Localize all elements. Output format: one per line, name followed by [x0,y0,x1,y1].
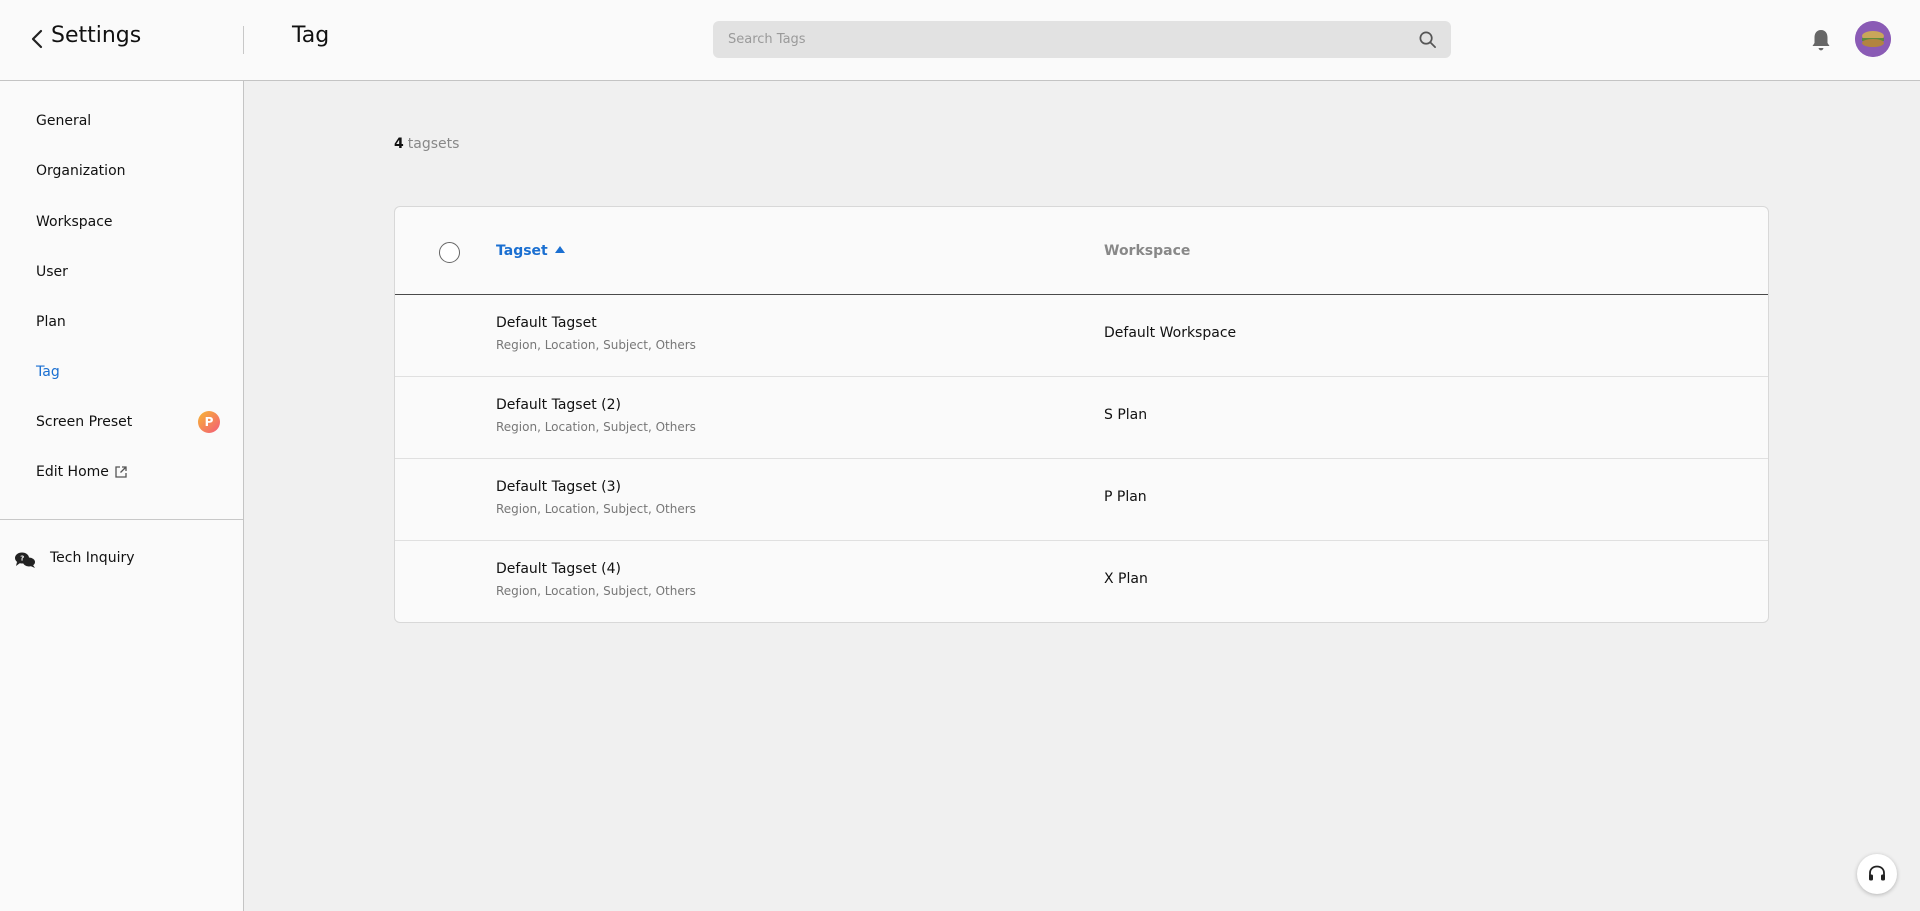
tagset-workspace: X Plan [1104,571,1148,587]
tagset-workspace: S Plan [1104,407,1148,423]
sidebar-item-user[interactable]: User [36,261,68,283]
settings-title[interactable]: Settings [51,23,141,48]
sidebar-item-workspace[interactable]: Workspace [36,211,113,233]
tagset-name: Default Tagset (4) [496,561,621,577]
table-row[interactable]: Default Tagset (2) Region, Location, Sub… [395,377,1768,459]
table-row[interactable]: Default Tagset (4) Region, Location, Sub… [395,541,1768,623]
sidebar-item-screen-preset[interactable]: Screen Preset [36,411,132,433]
tagset-workspace: P Plan [1104,489,1147,505]
table-header: Tagset Workspace [395,207,1768,295]
headset-icon [1869,865,1885,881]
tagset-tags: Region, Location, Subject, Others [496,502,696,516]
sidebar-item-plan[interactable]: Plan [36,311,66,333]
tagset-tags: Region, Location, Subject, Others [496,338,696,352]
sidebar: General Organization Workspace User Plan… [0,81,244,911]
top-header: Settings Tag [0,0,1920,81]
table-row[interactable]: Default Tagset Region, Location, Subject… [395,295,1768,377]
tagset-name: Default Tagset (3) [496,479,621,495]
svg-text:?: ? [20,555,24,563]
search-bar[interactable] [713,21,1451,58]
tagset-name: Default Tagset [496,315,597,331]
bell-icon[interactable] [1810,28,1832,52]
sort-ascending-icon [554,246,565,253]
tagset-name: Default Tagset (2) [496,397,621,413]
table-row[interactable]: Default Tagset (3) Region, Location, Sub… [395,459,1768,541]
tagset-table: Tagset Workspace Default Tagset Region, … [394,206,1769,623]
sidebar-item-tech-inquiry[interactable]: Tech Inquiry [50,547,135,569]
tagset-workspace: Default Workspace [1104,325,1237,341]
avatar[interactable] [1855,21,1891,57]
column-header-tagset-label: Tagset [496,243,548,259]
back-chevron-icon[interactable] [28,25,48,53]
search-input[interactable] [728,21,1408,58]
sidebar-divider [0,519,243,520]
tagset-count: 4 tagsets [394,136,459,152]
column-header-workspace[interactable]: Workspace [1104,241,1190,261]
tagset-tags: Region, Location, Subject, Others [496,584,696,598]
external-link-icon[interactable] [114,465,128,479]
chat-bubbles-icon: ? [15,552,35,568]
header-divider [243,26,244,54]
search-icon[interactable] [1418,30,1437,49]
tagset-count-value: 4 [394,136,404,152]
select-all-checkbox[interactable] [439,242,460,263]
sidebar-item-organization[interactable]: Organization [36,160,126,182]
support-headset-button[interactable] [1857,854,1897,894]
tagset-count-label: tagsets [407,136,460,152]
premium-badge: P [198,411,220,433]
tagset-tags: Region, Location, Subject, Others [496,420,696,434]
sidebar-item-edit-home[interactable]: Edit Home [36,461,109,483]
page-title: Tag [292,23,330,48]
sidebar-item-tag[interactable]: Tag [36,361,60,383]
sidebar-item-general[interactable]: General [36,110,91,132]
column-header-tagset[interactable]: Tagset [496,241,565,261]
